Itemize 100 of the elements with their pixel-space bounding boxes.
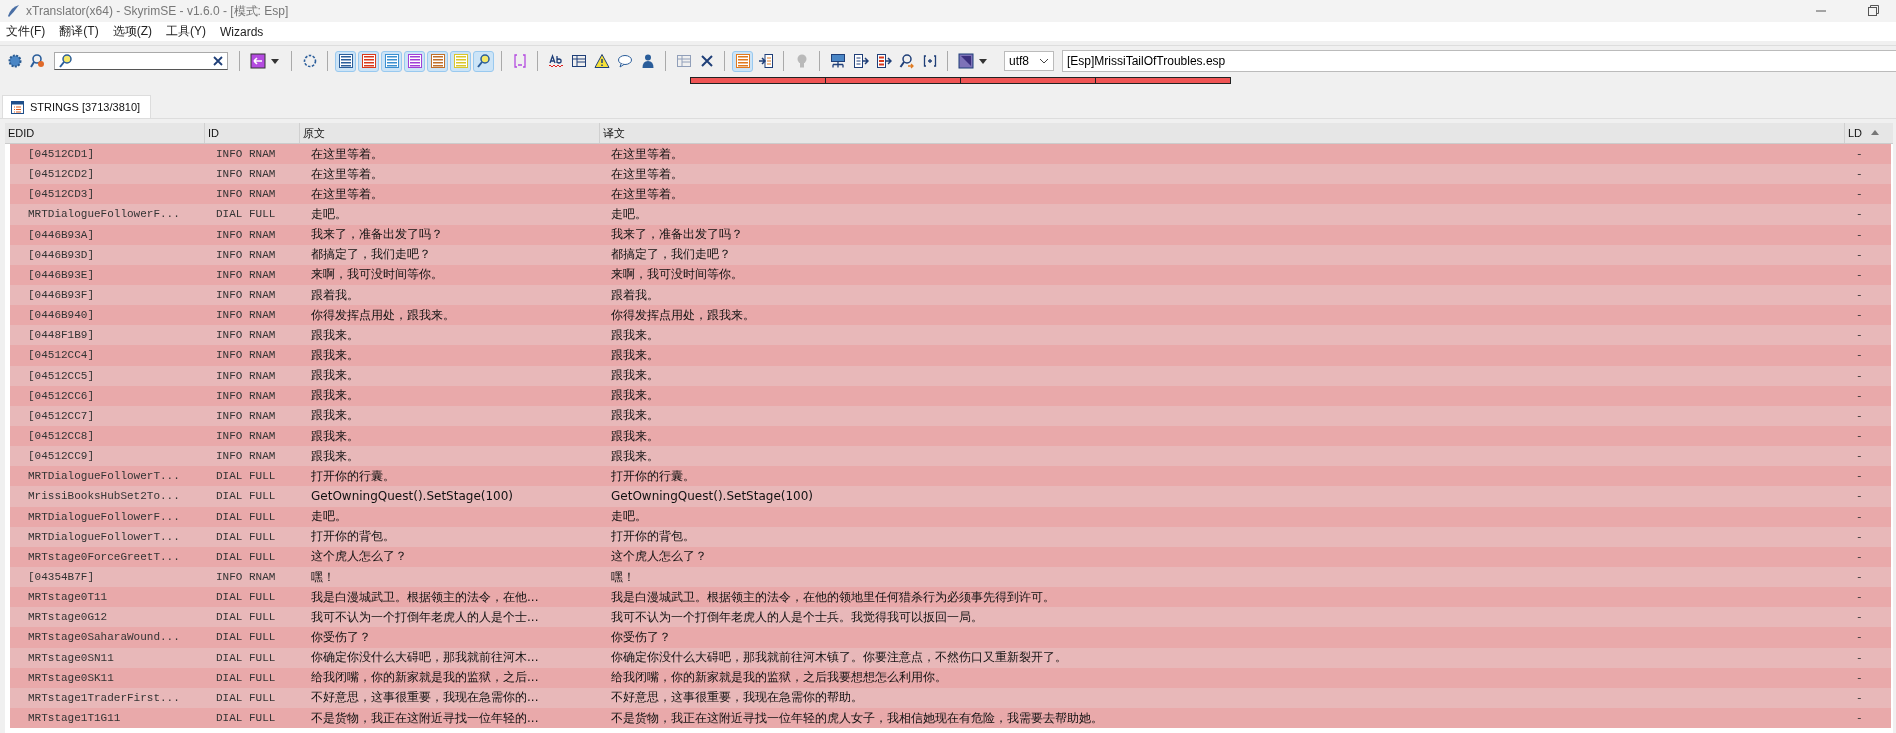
table-cell-text: MRTstage1TraderFirst...: [27, 690, 181, 706]
column-header[interactable]: ID: [205, 123, 300, 143]
table-cell-text: -: [1855, 388, 1864, 404]
menu-item[interactable]: Wizards: [220, 24, 264, 39]
table-cell-text: -: [1855, 207, 1864, 223]
table-cell-text: MRTstage0ForceGreetT...: [27, 549, 181, 565]
table-cell-text: 不好意思，这事很重要，我现在急需你的...: [310, 689, 540, 707]
table-cell-text: 跟着我。: [610, 286, 660, 304]
table-cell-text: INFO RNAM: [215, 348, 277, 364]
table-cell-text: DIAL FULL: [215, 630, 277, 646]
table-cell-text: 我可不认为一个打倒年老虎人的人是个士...: [310, 608, 540, 626]
menu-item[interactable]: 工具(Y): [166, 23, 206, 40]
table-cell-text: 打开你的行囊。: [610, 467, 696, 485]
table-cell-text: -: [1855, 610, 1864, 626]
list-icon: [337, 53, 354, 69]
toolbar-button[interactable]: [358, 50, 379, 72]
table-cell-text: -: [1855, 147, 1864, 163]
menu-item[interactable]: 翻译(T): [59, 23, 99, 40]
table-cell-text: 在这里等着。: [610, 165, 684, 183]
table-cell-text: -: [1855, 408, 1864, 424]
table-cell-text: INFO RNAM: [215, 328, 277, 344]
table-cell-text: MRTstage0SK11: [27, 670, 115, 686]
toolbar-button[interactable]: [335, 50, 356, 72]
table-icon: [570, 53, 587, 69]
table-cell-text: 打开你的背包。: [610, 528, 696, 546]
table-cell-text: 跟我来。: [310, 427, 360, 445]
tab[interactable]: STRINGS [3713/3810]: [2, 95, 152, 118]
table-cell-text: 你得发挥点用处，跟我来。: [610, 306, 756, 324]
search-field[interactable]: [54, 52, 228, 70]
table-cell-text: [04512CC9]: [27, 449, 95, 465]
table-cell-text: INFO RNAM: [215, 288, 277, 304]
table-cell-text: 打开你的行囊。: [310, 467, 396, 485]
column-header[interactable]: EDID: [5, 123, 205, 143]
table-icon: [675, 53, 692, 69]
list-icon: [406, 53, 423, 69]
search-icon: [475, 53, 492, 69]
table-cell-text: -: [1855, 267, 1864, 283]
table-cell-text: -: [1855, 590, 1864, 606]
table-cell-text: 跟我来。: [310, 367, 360, 385]
table-cell-text: MRTstage0SaharaWound...: [27, 630, 181, 646]
menu-item[interactable]: 选项(Z): [112, 23, 152, 40]
table-cell-text: DIAL FULL: [215, 670, 277, 686]
list-icon: [429, 53, 446, 69]
table-cell-text: -: [1855, 227, 1864, 243]
table-cell-text: 给我闭嘴，你的新家就是我的监狱，之后我要想想怎么利用你。: [610, 669, 948, 687]
table-cell-text: MRTDialogueFollowerT...: [27, 529, 181, 545]
table-cell-text: 跟我来。: [310, 407, 360, 425]
toolbar-button[interactable]: [955, 50, 976, 72]
menu-item[interactable]: 文件(F): [6, 23, 46, 40]
table-cell-text: -: [1855, 449, 1864, 465]
toolbar-button[interactable]: [404, 50, 425, 72]
magnifier-icon: [29, 53, 46, 69]
table-cell-text: 跟我来。: [310, 346, 360, 364]
column-header[interactable]: LD: [1845, 123, 1893, 143]
table-cell-text: 你确定你没什么大碍吧，那我就前往河木...: [310, 649, 540, 667]
table-cell-text: INFO RNAM: [215, 247, 277, 263]
table-cell-text: GetOwningQuest().SetStage(100): [610, 488, 815, 506]
table-cell-text: INFO RNAM: [215, 147, 277, 163]
table-cell-text: 来啊，我可没时间等你。: [610, 266, 744, 284]
table-cell-text: 嘿！: [610, 568, 636, 586]
table-cell-text: -: [1855, 570, 1864, 585]
table-cell-text: INFO RNAM: [215, 429, 277, 445]
table-cell-text: DIAL FULL: [215, 509, 277, 525]
table-cell-text: 我来了，准备出发了吗？: [610, 226, 744, 244]
table-cell-text: 打开你的背包。: [310, 528, 396, 546]
column-header[interactable]: 原文: [300, 123, 600, 143]
spellcheck-icon: [547, 53, 564, 69]
encoding-select[interactable]: utf8: [1004, 51, 1054, 71]
table-cell-text: 不好意思，这事很重要，我现在急需你的帮助。: [610, 689, 864, 707]
table-cell-text: 走吧。: [610, 508, 648, 526]
search-icon: [58, 53, 74, 69]
table-cell-text: [0446B93A]: [27, 227, 95, 243]
table-cell-text: 来啊，我可没时间等你。: [310, 266, 444, 284]
table-cell-text: INFO RNAM: [215, 167, 277, 183]
table-cell-text: INFO RNAM: [215, 187, 277, 203]
table-cell-text: 跟我来。: [610, 427, 660, 445]
toolbar-button[interactable]: [247, 50, 268, 72]
table-cell-text: DIAL FULL: [215, 610, 277, 626]
table-cell-text: 在这里等着。: [310, 145, 384, 163]
file-field[interactable]: [Esp]MrissiTailOfTroubles.esp: [1062, 50, 1896, 72]
table-cell-text: 在这里等着。: [610, 185, 684, 203]
list-icon: [360, 53, 377, 69]
table-cell-text: 在这里等着。: [310, 165, 384, 183]
table-cell-text: INFO RNAM: [215, 570, 277, 585]
table-cell-text: -: [1855, 489, 1864, 505]
table-cell-text: 跟我来。: [310, 387, 360, 405]
table-cell-text: 跟我来。: [310, 326, 360, 344]
table-cell-text: [04512CD3]: [27, 187, 95, 203]
table-cell-text: DIAL FULL: [215, 549, 277, 565]
table-cell-text: 都搞定了，我们走吧？: [610, 246, 732, 264]
magnifier-icon: [898, 53, 915, 69]
table-cell-text: 我可不认为一个打倒年老虎人的人是个士兵。我觉得我可以扳回一局。: [610, 608, 984, 626]
table-cell-text: 我来了，准备出发了吗？: [310, 226, 444, 244]
table-cell-text: INFO RNAM: [215, 227, 277, 243]
table-cell-text: INFO RNAM: [215, 308, 277, 324]
toolbar-button[interactable]: [473, 50, 494, 72]
table-cell-text: 我是白漫城武卫。根据领主的法令，在他的领地里任何猎杀行为必须事先得到许可。: [610, 588, 1056, 606]
table-cell-text: DIAL FULL: [215, 690, 277, 706]
table-cell-text: DIAL FULL: [215, 650, 277, 666]
column-header[interactable]: 译文: [600, 123, 1845, 143]
